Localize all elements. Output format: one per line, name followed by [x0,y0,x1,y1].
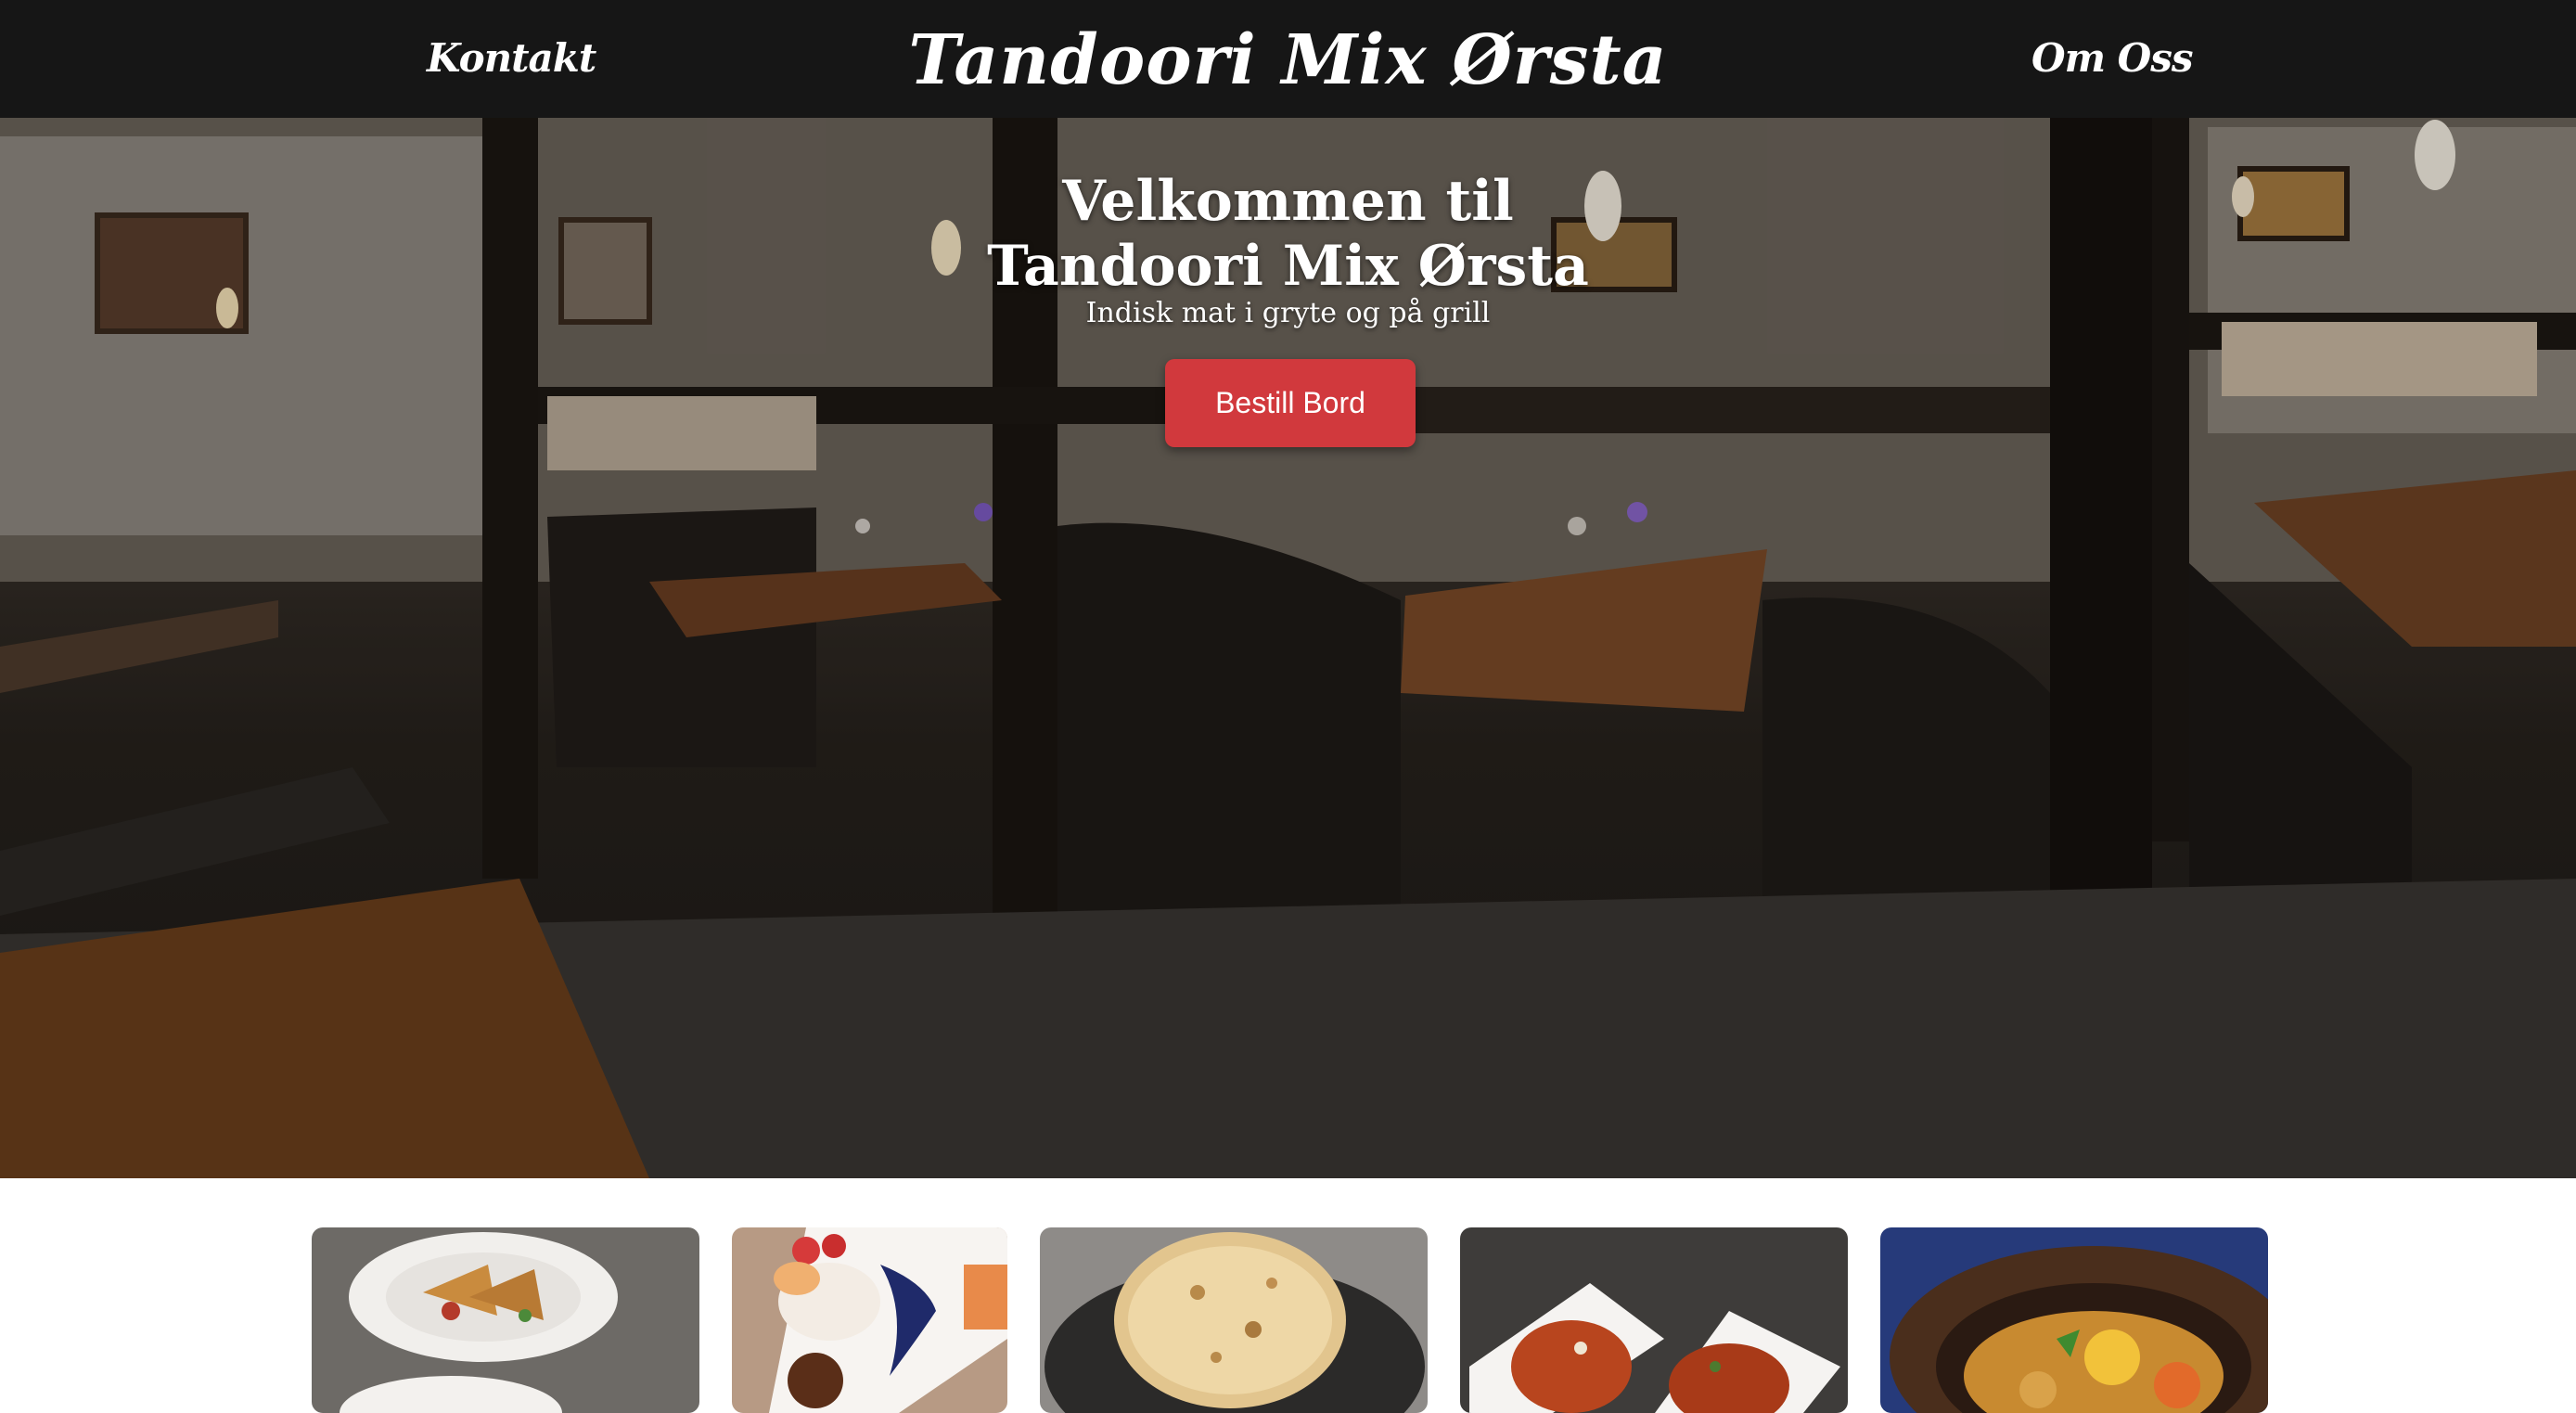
hero-heading-line-2: Tandoori Mix Ørsta [987,234,1589,299]
gallery-photo-dessert[interactable] [732,1227,1007,1413]
top-navbar: Kontakt Tandoori Mix Ørsta Om Oss [0,0,2576,118]
book-table-button[interactable]: Bestill Bord [1165,359,1416,447]
hero-section: Velkommen til Tandoori Mix Ørsta Indisk … [0,118,2576,1178]
nav-link-om-oss[interactable]: Om Oss [2031,35,2194,81]
hero-heading: Velkommen til Tandoori Mix Ørsta [0,169,2576,299]
hero-heading-line-1: Velkommen til [1062,169,1514,234]
gallery-photo-sizzler[interactable] [1880,1227,2268,1413]
naan-bread-photo [1040,1227,1428,1413]
gallery-photo-curry[interactable] [1460,1227,1848,1413]
gallery-photo-naan[interactable] [1040,1227,1428,1413]
hero-subtitle: Indisk mat i gryte og på grill [1085,297,1491,329]
food-gallery [0,1178,2576,1413]
gallery-photo-samosa[interactable] [312,1227,699,1413]
dessert-plate-photo [732,1227,1007,1413]
curry-bowls-photo [1460,1227,1848,1413]
samosa-plate-photo [312,1227,699,1413]
sizzling-dish-photo [1880,1227,2268,1413]
